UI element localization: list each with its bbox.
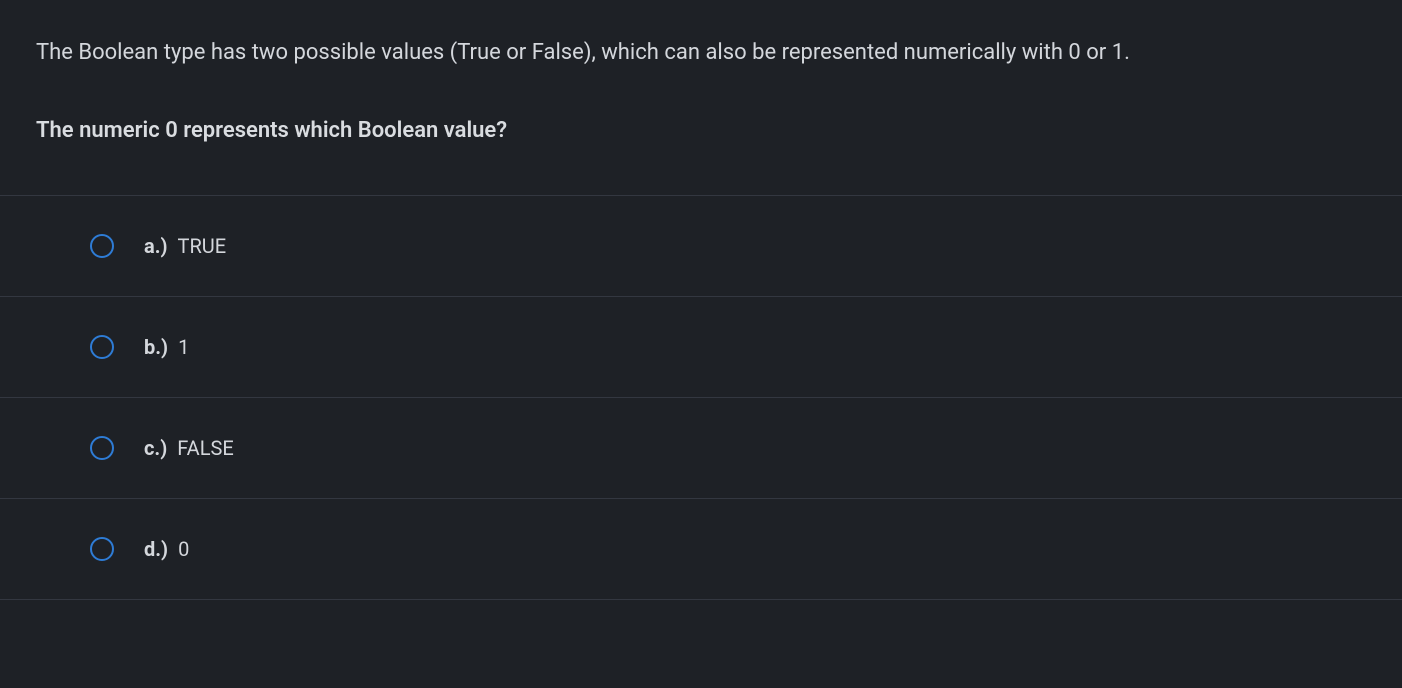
option-letter: c.) xyxy=(144,436,167,460)
option-label: d.) 0 xyxy=(144,537,189,561)
option-label: a.) TRUE xyxy=(144,234,226,258)
question-prompt-text: The numeric 0 represents which Boolean v… xyxy=(36,114,1366,147)
option-text: TRUE xyxy=(178,234,227,258)
option-text: FALSE xyxy=(177,436,233,460)
option-d[interactable]: d.) 0 xyxy=(0,498,1402,600)
question-intro-text: The Boolean type has two possible values… xyxy=(36,36,1366,70)
radio-icon xyxy=(90,234,114,258)
option-a[interactable]: a.) TRUE xyxy=(0,195,1402,296)
question-section: The Boolean type has two possible values… xyxy=(0,0,1402,195)
option-letter: b.) xyxy=(144,335,168,359)
option-c[interactable]: c.) FALSE xyxy=(0,397,1402,498)
radio-icon xyxy=(90,335,114,359)
radio-icon xyxy=(90,436,114,460)
option-b[interactable]: b.) 1 xyxy=(0,296,1402,397)
radio-icon xyxy=(90,537,114,561)
option-text: 1 xyxy=(178,335,189,359)
option-label: c.) FALSE xyxy=(144,436,234,460)
option-text: 0 xyxy=(178,537,189,561)
option-label: b.) 1 xyxy=(144,335,189,359)
options-container: a.) TRUE b.) 1 c.) FALSE d.) 0 xyxy=(0,195,1402,600)
option-letter: a.) xyxy=(144,234,168,258)
option-letter: d.) xyxy=(144,537,168,561)
